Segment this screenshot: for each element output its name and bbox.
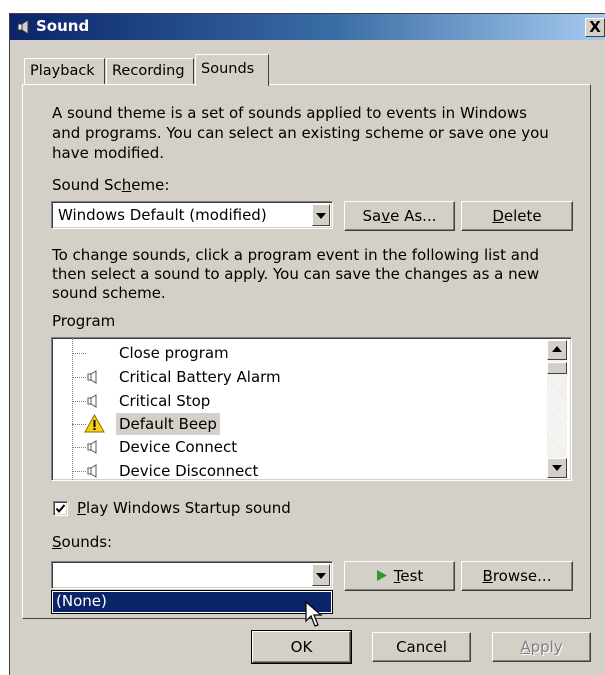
startup-sound-checkbox[interactable] [53, 501, 68, 516]
delete-button[interactable]: Delete [461, 201, 573, 231]
startup-sound-label[interactable]: Play Windows Startup sound [77, 499, 291, 518]
tab-label: Recording [112, 63, 185, 79]
mouse-cursor-icon [305, 601, 323, 627]
tree-connector [72, 377, 86, 378]
speaker-icon [87, 464, 97, 478]
tree-connector [72, 471, 86, 472]
checkmark-icon [55, 504, 66, 514]
speaker-icon [87, 370, 97, 384]
speaker-icon [87, 440, 97, 454]
scroll-up-button[interactable] [547, 340, 567, 360]
test-button[interactable]: Test [344, 561, 455, 591]
tree-connector [72, 401, 86, 402]
ok-button[interactable]: OK [251, 630, 352, 664]
chevron-up-icon [552, 346, 562, 352]
sounds-dropdown-list: (None) [51, 590, 333, 614]
warning-icon [84, 414, 105, 433]
sounds-dropdown-arrow[interactable] [312, 564, 330, 586]
speaker-icon [87, 394, 97, 408]
cancel-button[interactable]: Cancel [372, 632, 471, 662]
tree-connector [72, 338, 75, 480]
window-title: Sound [36, 17, 90, 35]
title-bar[interactable] [10, 14, 605, 40]
scroll-down-button[interactable] [547, 458, 567, 478]
tab-sounds[interactable]: Sounds [195, 54, 269, 86]
program-label: Program [52, 312, 116, 330]
sound-scheme-value: Windows Default (modified) [58, 206, 267, 224]
play-icon [376, 569, 387, 581]
scheme-dropdown-arrow[interactable] [312, 204, 330, 226]
sound-scheme-label: Sound Scheme: [52, 176, 170, 194]
save-as-button[interactable]: Save As... [344, 201, 455, 231]
program-list[interactable]: Close program Critical Battery Alarm Cri… [51, 337, 572, 481]
tab-playback[interactable]: Playback [24, 58, 105, 84]
sounds-label: Sounds: [52, 533, 113, 551]
scroll-thumb[interactable] [547, 362, 567, 374]
tree-connector [72, 447, 86, 448]
change-text-line: To change sounds, click a program event … [52, 246, 539, 264]
intro-text-line: and programs. You can select an existing… [52, 124, 549, 142]
speaker-icon [17, 19, 29, 35]
sound-scheme-select[interactable]: Windows Default (modified) [51, 201, 333, 229]
browse-button[interactable]: Browse... [461, 561, 573, 591]
tree-connector [72, 353, 86, 354]
tab-label: Playback [30, 63, 95, 79]
change-text-line: sound scheme. [52, 284, 166, 302]
change-text-line: then select a sound to apply. You can sa… [52, 265, 540, 283]
sounds-select[interactable] [51, 561, 333, 589]
tab-label: Sounds [201, 61, 255, 77]
vertical-scrollbar[interactable] [547, 340, 567, 478]
close-button[interactable]: X [585, 18, 605, 37]
dropdown-option-none[interactable]: (None) [53, 592, 331, 612]
apply-button[interactable]: Apply [492, 632, 591, 662]
chevron-down-icon [316, 213, 326, 219]
intro-text-line: have modified. [52, 144, 165, 162]
tab-recording[interactable]: Recording [106, 58, 194, 84]
chevron-down-icon [316, 573, 326, 579]
chevron-down-icon [552, 465, 562, 471]
intro-text-line: A sound theme is a set of sounds applied… [52, 104, 527, 122]
